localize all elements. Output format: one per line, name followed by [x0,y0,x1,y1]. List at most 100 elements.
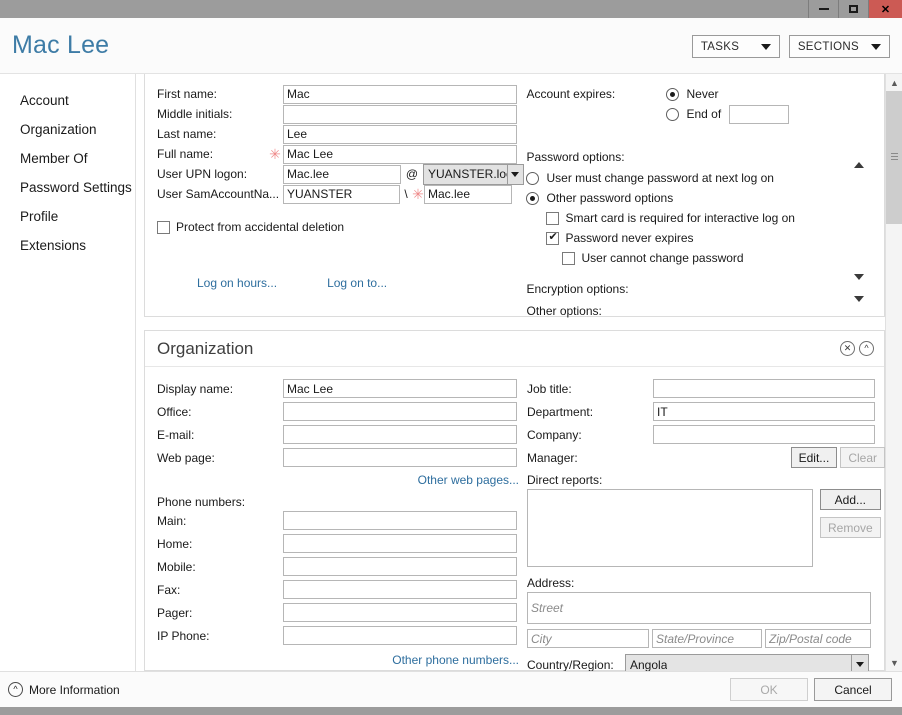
country-region-label: Country/Region: [527,657,614,672]
department-row: Department: [527,400,885,423]
expires-never-radio[interactable] [666,87,680,101]
other-web-pages-link[interactable]: Other web pages... [418,473,519,487]
zip-postal-input[interactable] [765,629,871,648]
department-input[interactable] [653,402,875,421]
tasks-button-label: TASKS [700,40,740,53]
page-header: Mac Lee TASKS SECTIONS [0,18,902,74]
minimize-button[interactable] [808,0,838,18]
home-phone-input[interactable] [283,534,517,553]
scrollbar-thumb[interactable] [886,91,902,224]
pw-never-expires-row[interactable]: Password never expires [526,228,884,248]
expires-never-label: Never [686,87,719,101]
pw-smart-card-checkbox[interactable] [546,211,560,225]
other-web-pages-row: Other web pages... [157,473,529,487]
sidebar-item-extensions[interactable]: Extensions [0,231,135,260]
manager-edit-button[interactable]: Edit... [790,447,838,468]
protect-deletion-checkbox[interactable] [157,220,170,234]
pager-label: Pager: [157,605,193,620]
pw-cannot-change-checkbox[interactable] [562,251,576,265]
pw-cannot-change-row[interactable]: User cannot change password [526,248,884,268]
home-phone-row: Home: [157,532,527,555]
sidebar-item-organization[interactable]: Organization [0,115,135,144]
company-row: Company: [527,423,885,446]
other-phone-numbers-link[interactable]: Other phone numbers... [392,653,519,667]
city-input[interactable] [527,629,649,648]
direct-reports-label: Direct reports: [527,473,603,487]
company-input[interactable] [653,425,875,444]
maximize-button[interactable] [838,0,868,18]
last-name-row: Last name: [157,124,526,144]
close-section-icon[interactable]: ✕ [840,341,855,356]
collapse-section-icon[interactable]: ^ [859,341,874,356]
encryption-options-header[interactable]: Encryption options: [526,274,865,298]
sam-account-input[interactable] [424,184,512,204]
protect-deletion-label: Protect from accidental deletion [176,220,345,234]
display-name-input[interactable] [283,379,517,398]
sidebar-item-account[interactable]: Account [0,86,135,115]
upn-logon-input[interactable] [283,164,401,184]
tasks-button[interactable]: TASKS [691,35,780,58]
last-name-input[interactable] [283,124,517,144]
organization-right-column: Job title: Department: Company: Manager:… [527,367,885,671]
country-region-select[interactable]: Angola [625,654,869,671]
other-options-header[interactable]: Other options: [526,296,865,320]
office-input[interactable] [283,402,517,421]
ip-phone-label: IP Phone: [157,628,210,643]
title-bar: ✕ [0,0,902,18]
mobile-phone-label: Mobile: [157,559,196,574]
direct-reports-add-button[interactable]: Add... [820,489,881,510]
mobile-phone-row: Mobile: [157,555,527,578]
content-area: First name: Middle initials: Last name: … [136,74,902,671]
cancel-button[interactable]: Cancel [814,678,892,701]
pager-input[interactable] [283,603,517,622]
account-right-column: Account expires: Never End of Password o… [526,74,884,320]
sam-domain-input[interactable] [283,184,400,204]
direct-reports-listbox[interactable] [527,489,813,567]
last-name-label: Last name: [157,127,217,141]
job-title-input[interactable] [653,379,875,398]
web-page-input[interactable] [283,448,517,467]
first-name-row: First name: [157,84,526,104]
sidebar-item-password-settings[interactable]: Password Settings [0,173,135,202]
pw-must-change-radio[interactable] [526,171,540,185]
mobile-phone-input[interactable] [283,557,517,576]
sections-button[interactable]: SECTIONS [788,35,890,58]
upn-domain-select[interactable]: YUANSTER.loc [423,163,524,185]
more-information-toggle[interactable]: ^ More Information [0,682,120,697]
scroll-up-icon[interactable]: ▲ [886,74,902,91]
sidebar-item-member-of[interactable]: Member Of [0,144,135,173]
fax-input[interactable] [283,580,517,599]
pw-smart-card-row[interactable]: Smart card is required for interactive l… [526,208,884,228]
email-input[interactable] [283,425,517,444]
sidebar-item-profile[interactable]: Profile [0,202,135,231]
expires-date-input[interactable] [729,104,790,124]
scroll-down-icon[interactable]: ▼ [886,654,902,671]
password-options-header[interactable]: Password options: [526,146,865,168]
close-button[interactable]: ✕ [868,0,902,18]
pw-smart-card-label: Smart card is required for interactive l… [565,211,795,225]
state-province-input[interactable] [652,629,762,648]
main-phone-input[interactable] [283,511,517,530]
log-on-hours-link[interactable]: Log on hours... [197,276,277,290]
chevron-down-icon [854,296,865,316]
log-on-to-link[interactable]: Log on to... [327,276,387,290]
required-asterisk-icon: ✳ [269,145,281,162]
pw-never-expires-checkbox[interactable] [546,230,560,245]
expires-end-of-radio[interactable] [666,107,680,121]
pw-must-change-row[interactable]: User must change password at next log on [526,168,884,188]
full-name-input[interactable] [283,144,517,164]
content-scrollbar[interactable]: ▲ ▼ [885,74,902,671]
first-name-input[interactable] [283,84,517,104]
address-label: Address: [527,576,575,590]
chevron-up-icon [854,148,865,168]
protect-deletion-row[interactable]: Protect from accidental deletion [157,220,526,234]
pw-other-options-radio[interactable] [526,191,540,205]
ok-button: OK [730,678,808,701]
sections-button-label: SECTIONS [797,40,859,53]
pw-other-options-row[interactable]: Other password options [526,188,884,208]
other-phone-numbers-row: Other phone numbers... [157,653,529,667]
ip-phone-input[interactable] [283,626,517,645]
upn-logon-label: User UPN logon: [157,167,248,181]
middle-initials-input[interactable] [283,104,517,124]
street-input[interactable] [527,592,871,624]
